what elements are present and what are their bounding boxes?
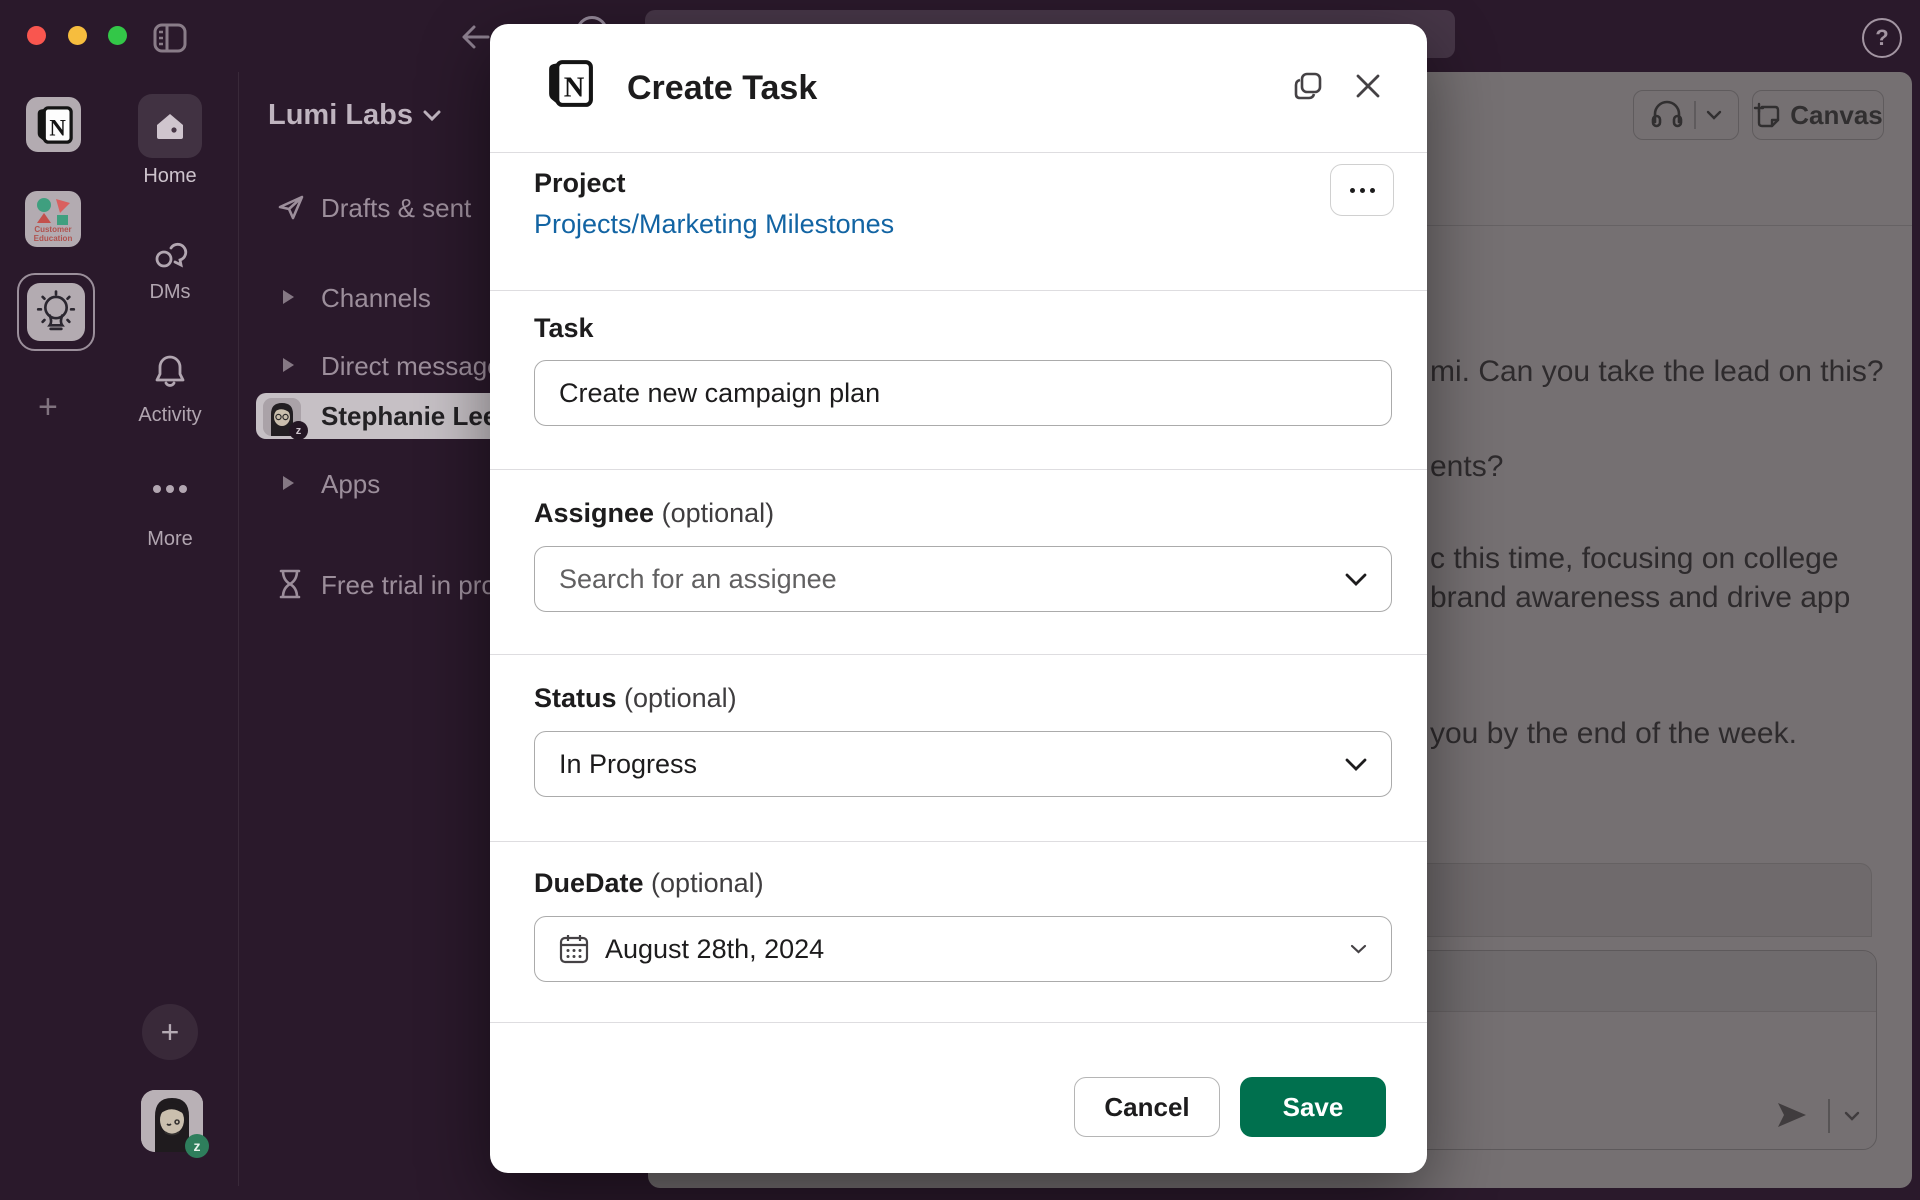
more-dots-icon: [150, 483, 190, 495]
message-fragment: mi. Can you take the lead on this?: [1430, 355, 1884, 389]
nav-activity-button[interactable]: [105, 352, 235, 390]
macos-zoom-button[interactable]: [108, 26, 127, 45]
help-icon[interactable]: ?: [1862, 18, 1902, 58]
apps-expand-caret[interactable]: [283, 476, 294, 490]
cancel-button[interactable]: Cancel: [1074, 1077, 1220, 1137]
canvas-icon: [1753, 101, 1781, 129]
canvas-button-label: Canvas: [1790, 100, 1883, 131]
hourglass-icon: [277, 568, 303, 605]
section-divider: [490, 290, 1427, 291]
sidebar-toggle-icon[interactable]: [153, 22, 187, 54]
drafts-icon: [276, 192, 306, 227]
task-input-value: Create new campaign plan: [559, 378, 880, 409]
modal-footer-divider: [490, 1022, 1427, 1023]
slack-app-window: ? N Customer Education + Home DMs Activi…: [0, 0, 1920, 1200]
chevron-down-icon: [1350, 944, 1367, 954]
customer-education-label: Customer Education: [34, 225, 73, 243]
send-options-chevron-icon[interactable]: [1844, 1108, 1860, 1126]
workspace-customer-education-icon[interactable]: Customer Education: [25, 191, 81, 247]
message-fragment: you by the end of the week.: [1430, 717, 1797, 751]
presence-away-badge: z: [185, 1134, 209, 1158]
message-fragment: c this time, focusing on college: [1430, 542, 1839, 576]
headphones-icon: [1650, 100, 1684, 130]
status-value: In Progress: [559, 749, 697, 780]
create-task-modal: N Create Task Project Projects/Marketing…: [490, 24, 1427, 1173]
nav-dms-label[interactable]: DMs: [105, 281, 235, 304]
overflow-menu-button[interactable]: [1330, 164, 1394, 216]
sidebar-item-direct-messages[interactable]: Direct messages: [321, 351, 515, 382]
stephanie-avatar: z: [263, 398, 301, 436]
section-divider: [490, 841, 1427, 842]
status-label: Status (optional): [534, 683, 737, 714]
project-label: Project: [534, 168, 626, 199]
nav-home-button[interactable]: [138, 94, 202, 158]
rail-divider: [238, 72, 239, 1186]
modal-header-divider: [490, 152, 1427, 153]
close-icon[interactable]: [1350, 68, 1386, 104]
svg-text:N: N: [564, 73, 585, 104]
send-icon[interactable]: [1773, 1097, 1811, 1138]
send-options-divider: [1828, 1099, 1830, 1133]
stephanie-away-badge: z: [289, 421, 308, 440]
chevron-down-icon: [1345, 758, 1367, 771]
duedate-select[interactable]: August 28th, 2024: [534, 916, 1392, 982]
message-fragment: brand awareness and drive app: [1430, 581, 1850, 615]
add-workspace-icon[interactable]: +: [38, 388, 58, 427]
workspace-lightbulb-active-ring: [17, 273, 95, 351]
nav-activity-label[interactable]: Activity: [105, 404, 235, 427]
save-button[interactable]: Save: [1240, 1077, 1386, 1137]
workspace-notion-icon[interactable]: N: [26, 97, 81, 152]
project-link[interactable]: Projects/Marketing Milestones: [534, 209, 894, 240]
section-divider: [490, 469, 1427, 470]
modal-title: Create Task: [627, 69, 817, 108]
task-input[interactable]: Create new campaign plan: [534, 360, 1392, 426]
assignee-placeholder: Search for an assignee: [559, 564, 837, 595]
workspace-lightbulb-icon[interactable]: [27, 283, 85, 341]
nav-home-label[interactable]: Home: [105, 165, 235, 188]
canvas-button[interactable]: Canvas: [1752, 90, 1884, 140]
calendar-icon: [559, 933, 589, 965]
duedate-label: DueDate (optional): [534, 868, 764, 899]
customer-education-shapes: [33, 197, 73, 225]
user-avatar[interactable]: z: [141, 1090, 203, 1152]
chevron-down-icon: [1345, 573, 1367, 586]
macos-close-button[interactable]: [27, 26, 46, 45]
nav-more-label[interactable]: More: [105, 528, 235, 551]
workspace-switcher[interactable]: Lumi Labs: [268, 99, 441, 132]
home-icon: [154, 110, 186, 142]
workspace-name: Lumi Labs: [268, 99, 413, 132]
nav-dms-button[interactable]: [105, 235, 235, 273]
task-label: Task: [534, 313, 594, 344]
macos-minimize-button[interactable]: [68, 26, 87, 45]
assignee-label: Assignee (optional): [534, 498, 774, 529]
huddle-chevron-icon: [1706, 110, 1722, 120]
channels-expand-caret[interactable]: [283, 290, 294, 304]
copy-icon[interactable]: [1290, 68, 1326, 104]
sidebar-item-drafts[interactable]: Drafts & sent: [321, 193, 471, 224]
section-divider: [490, 654, 1427, 655]
status-select[interactable]: In Progress: [534, 731, 1392, 797]
bell-icon: [152, 352, 188, 390]
huddle-button[interactable]: [1633, 90, 1739, 140]
sidebar-item-apps[interactable]: Apps: [321, 469, 380, 500]
sidebar-item-stephanie-lee-label: Stephanie Lee: [321, 401, 497, 432]
message-fragment: ents?: [1430, 450, 1503, 484]
history-back-icon[interactable]: [458, 22, 492, 57]
dms-expand-caret[interactable]: [283, 358, 294, 372]
create-new-button[interactable]: +: [142, 1004, 198, 1060]
duedate-value: August 28th, 2024: [605, 934, 824, 965]
sidebar-item-channels[interactable]: Channels: [321, 283, 431, 314]
svg-text:N: N: [49, 115, 66, 140]
chevron-down-icon: [423, 110, 441, 122]
dms-icon: [151, 235, 189, 273]
nav-more-button[interactable]: [105, 483, 235, 495]
notion-logo-icon: N: [542, 56, 597, 116]
assignee-select[interactable]: Search for an assignee: [534, 546, 1392, 612]
